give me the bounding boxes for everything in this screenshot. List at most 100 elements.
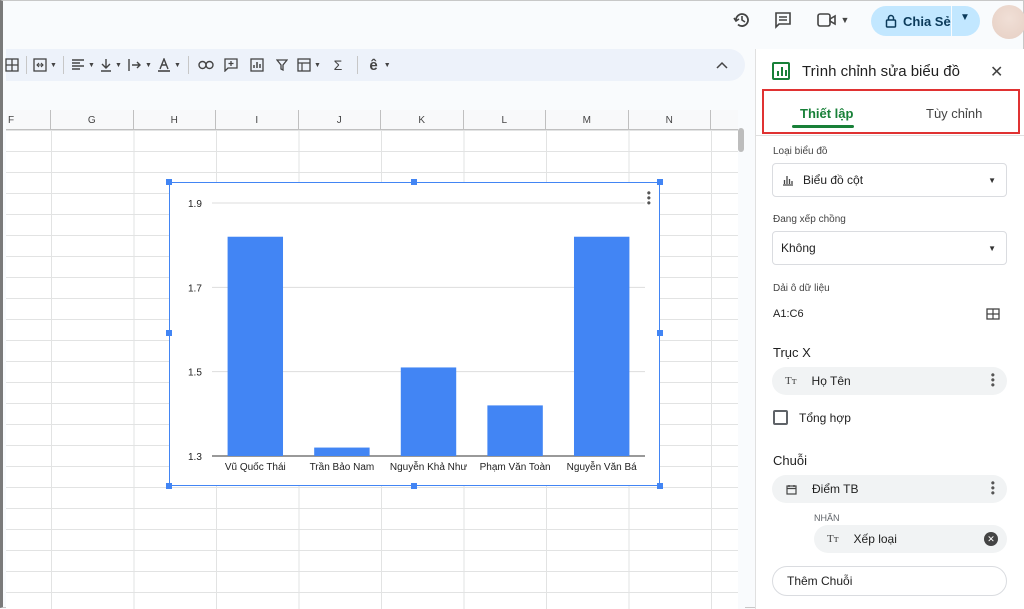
x-tick-label: Nguyễn Khả Như: [390, 460, 468, 473]
resize-handle[interactable]: [657, 483, 663, 489]
x-tick-label: Trần Bảo Nam: [310, 461, 375, 473]
bar: [400, 367, 457, 456]
x-tick-label: Phạm Văn Toàn: [480, 462, 551, 473]
data-range-label: Dải ô dữ liệu: [773, 283, 830, 294]
stacking-dropdown[interactable]: Không ▼: [772, 231, 1007, 265]
share-button[interactable]: Chia Sẻ ▼: [871, 6, 980, 36]
close-icon[interactable]: ✕: [990, 62, 1003, 82]
vertical-scrollbar[interactable]: [738, 110, 745, 609]
bar-chart-icon: [782, 174, 794, 186]
resize-handle[interactable]: [411, 483, 417, 489]
active-tab-indicator: [792, 125, 854, 128]
series-field[interactable]: Điểm TB • • •: [772, 475, 1007, 503]
column-header-g[interactable]: G: [51, 110, 134, 130]
resize-handle[interactable]: [657, 330, 663, 336]
tab-setup[interactable]: Thiết lập: [800, 106, 853, 126]
chevron-down-icon[interactable]: ▼: [839, 10, 851, 30]
chart-canvas: 1.3 1.5 1.7 1.9 Vũ Quốc Thái Trần Bảo Nam Nguy…: [188, 199, 645, 473]
more-options-icon[interactable]: • • •: [991, 369, 995, 391]
align-left-icon[interactable]: ▼: [69, 53, 97, 77]
y-tick-label: 1.9: [188, 199, 202, 210]
video-call-icon[interactable]: [816, 10, 838, 30]
chart-editor-icon: [772, 62, 790, 80]
column-header-h[interactable]: H: [134, 110, 216, 130]
chart-menu-icon[interactable]: • • •: [647, 187, 651, 209]
aggregate-label: Tổng hợp: [799, 411, 851, 425]
select-range-icon[interactable]: [986, 307, 1000, 325]
column-header-i[interactable]: I: [216, 110, 299, 130]
input-tools-icon[interactable]: ê ▼: [363, 53, 397, 77]
data-range-value[interactable]: A1:C6: [773, 308, 804, 320]
filter-icon[interactable]: [270, 53, 294, 77]
resize-handle[interactable]: [166, 330, 172, 336]
toolbar-divider: [357, 56, 358, 74]
share-dropdown-icon[interactable]: ▼: [960, 12, 970, 23]
chevron-down-icon: ▼: [988, 244, 996, 253]
tab-customize[interactable]: Tùy chỉnh: [926, 106, 982, 126]
x-axis-heading: Trục X: [773, 345, 811, 360]
text-wrap-icon[interactable]: ▼: [125, 53, 155, 77]
share-label: Chia Sẻ: [903, 13, 951, 29]
tabs-divider: [756, 135, 1024, 136]
resize-handle[interactable]: [166, 179, 172, 185]
lock-icon: [885, 14, 897, 28]
chevron-down-icon: ▼: [988, 176, 996, 185]
comment-icon[interactable]: [772, 10, 794, 30]
more-options-icon[interactable]: • • •: [991, 477, 995, 499]
y-tick-label: 1.7: [188, 283, 202, 294]
toolbar-divider: [26, 56, 27, 74]
text-type-icon: Tт: [785, 375, 797, 387]
chart-type-dropdown[interactable]: Biểu đồ cột ▼: [772, 163, 1007, 197]
chart-editor-panel: Trình chỉnh sửa biểu đồ ✕ Thiết lập Tùy …: [755, 49, 1024, 609]
stacking-label: Đang xếp chồng: [773, 214, 846, 225]
x-axis-value: Họ Tên: [811, 374, 851, 388]
scrollbar-thumb[interactable]: [738, 128, 744, 152]
column-header-l[interactable]: L: [464, 110, 546, 130]
toolbar-divider: [188, 56, 189, 74]
labels-value: Xếp loại: [853, 532, 897, 546]
series-heading: Chuỗi: [773, 453, 807, 468]
remove-icon[interactable]: ✕: [984, 532, 998, 546]
comment-add-icon[interactable]: [218, 53, 244, 77]
borders-icon[interactable]: [3, 53, 21, 77]
bar-chart[interactable]: 1.3 1.5 1.7 1.9 Vũ Quốc Thái Trần Bảo Nam Nguy…: [166, 179, 663, 489]
chart-type-label: Loại biểu đồ: [773, 146, 828, 157]
column-header-f[interactable]: F: [6, 110, 51, 130]
resize-handle[interactable]: [657, 179, 663, 185]
history-icon[interactable]: [731, 10, 753, 30]
collapse-icon[interactable]: [714, 53, 730, 77]
resize-handle[interactable]: [411, 179, 417, 185]
labels-field[interactable]: Tт Xếp loại ✕: [814, 525, 1007, 553]
column-headers: F G H I J K L M N: [6, 110, 738, 130]
column-header-k[interactable]: K: [381, 110, 464, 130]
aggregate-checkbox[interactable]: [773, 410, 788, 425]
resize-handle[interactable]: [166, 483, 172, 489]
panel-title: Trình chỉnh sửa biểu đồ: [802, 63, 960, 80]
filter-views-icon[interactable]: ▼: [294, 53, 324, 77]
text-type-icon: Tт: [827, 533, 839, 545]
avatar[interactable]: [992, 5, 1024, 39]
x-tick-label: Nguyễn Văn Bá: [567, 460, 637, 473]
column-header-j[interactable]: J: [299, 110, 381, 130]
functions-icon[interactable]: Σ: [324, 53, 352, 77]
y-tick-label: 1.3: [188, 452, 202, 463]
link-icon[interactable]: [194, 53, 218, 77]
x-axis-field[interactable]: Tт Họ Tên • • •: [772, 367, 1007, 395]
stacking-value: Không: [781, 241, 816, 255]
merge-cells-icon[interactable]: ▼: [32, 53, 58, 77]
calendar-icon: [786, 484, 797, 495]
column-header-m[interactable]: M: [546, 110, 629, 130]
column-header-n[interactable]: N: [629, 110, 711, 130]
labels-heading: NHÃN: [814, 513, 840, 523]
bar: [227, 236, 284, 456]
top-bar: ▼ Chia Sẻ ▼: [6, 1, 1024, 41]
vertical-align-icon[interactable]: ▼: [97, 53, 125, 77]
chart-icon[interactable]: [244, 53, 270, 77]
bar: [314, 447, 370, 456]
x-tick-label: Vũ Quốc Thái: [225, 461, 286, 473]
app-window: ▼ Chia Sẻ ▼ ▼ ▼ ▼ ▼ ▼ ▼ Σ ê ▼ F G H I J …: [0, 0, 1024, 609]
text-color-icon[interactable]: ▼: [155, 53, 183, 77]
add-series-button[interactable]: Thêm Chuỗi: [772, 566, 1007, 596]
bar: [573, 236, 630, 456]
bar: [487, 405, 543, 456]
